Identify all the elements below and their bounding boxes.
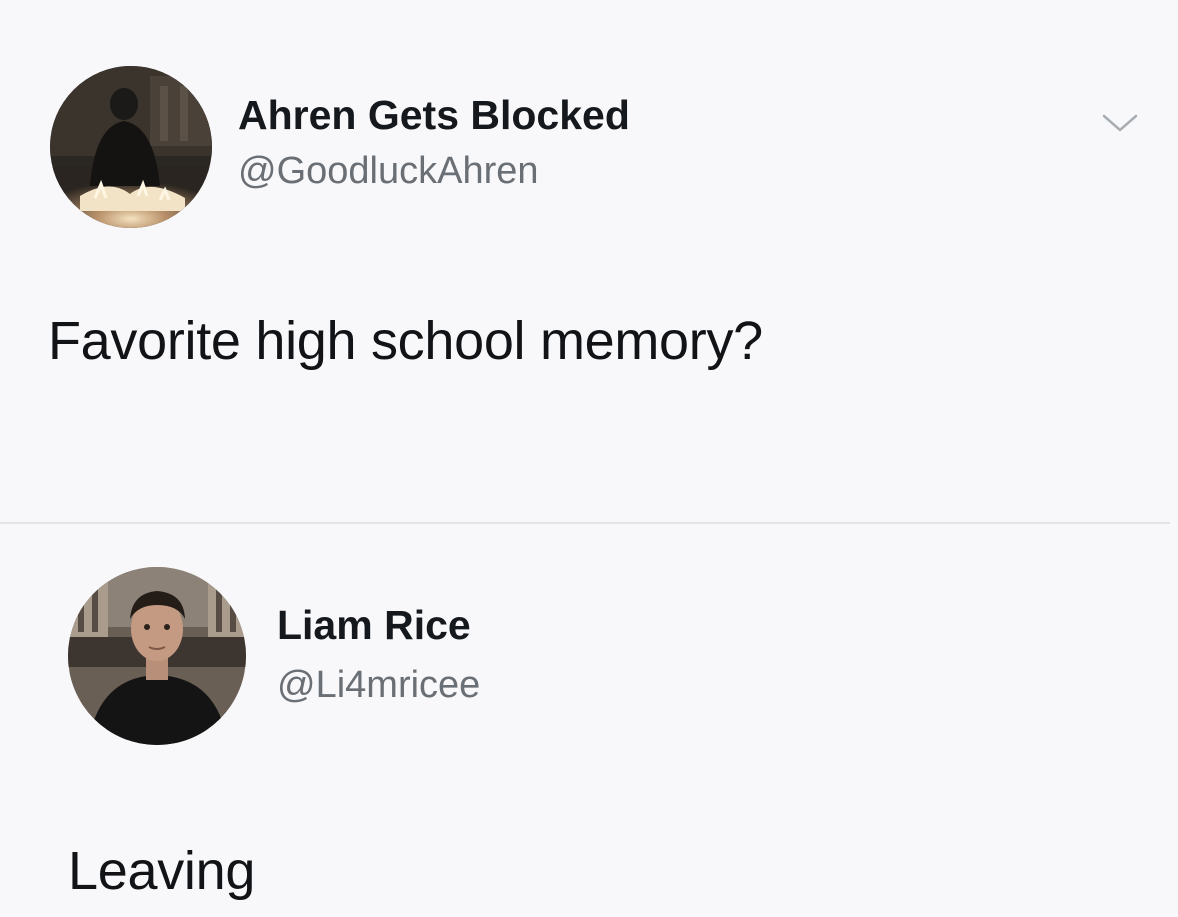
tweet-thread: Ahren Gets Blocked @GoodluckAhren Favori…	[0, 0, 1178, 917]
reply-text: Leaving	[68, 841, 256, 901]
tweet-text: Favorite high school memory?	[48, 311, 763, 371]
original-tweet	[0, 0, 1178, 522]
avatar-liam[interactable]	[68, 567, 246, 745]
avatar-ahren[interactable]	[50, 66, 212, 228]
author-handle[interactable]: @GoodluckAhren	[238, 150, 539, 193]
reply-author-handle[interactable]: @Li4mricee	[277, 664, 480, 707]
author-display-name[interactable]: Ahren Gets Blocked	[238, 92, 630, 139]
chevron-down-icon[interactable]	[1098, 108, 1142, 136]
profile-photo-icon	[68, 567, 246, 745]
reply-author-display-name[interactable]: Liam Rice	[277, 602, 471, 649]
profile-photo-icon	[50, 66, 212, 228]
